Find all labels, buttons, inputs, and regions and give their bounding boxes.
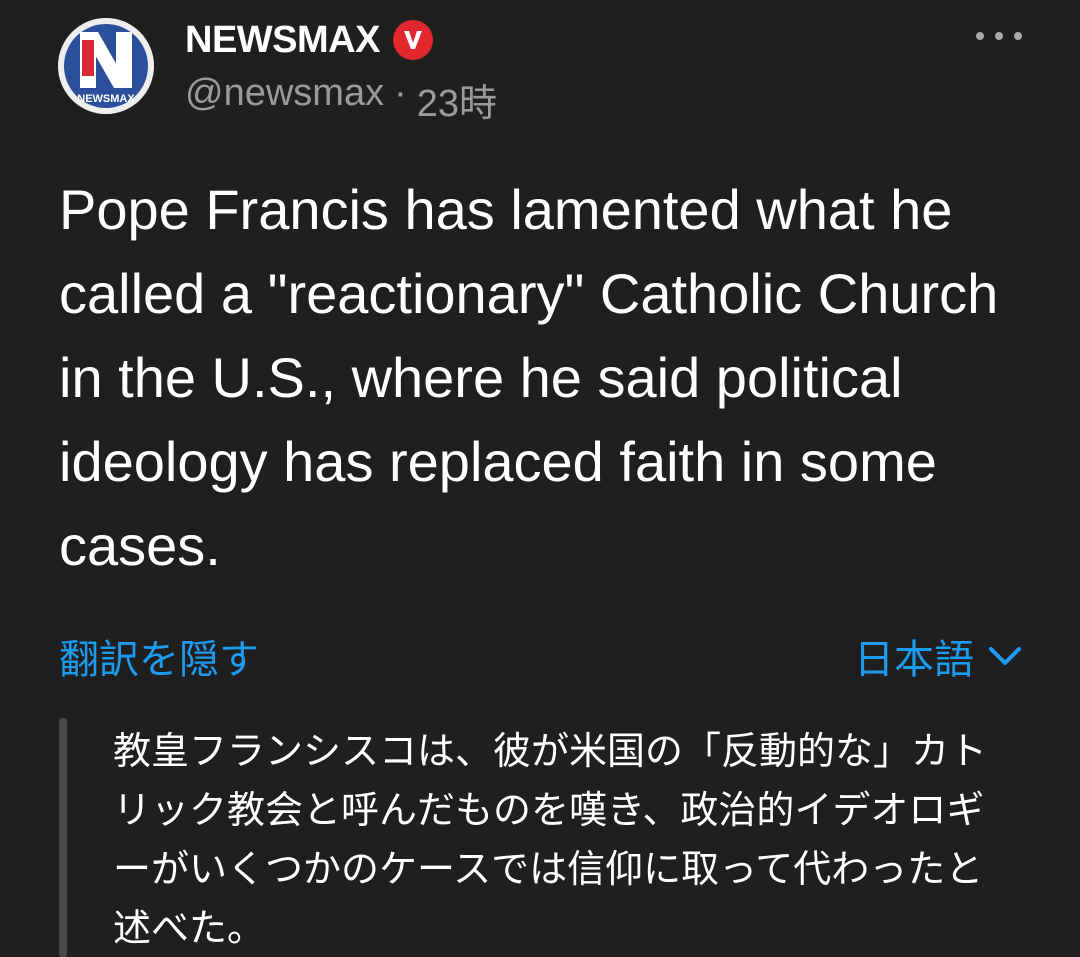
- avatar-logo-text: NEWSMAX: [77, 93, 135, 105]
- translation-block: 教皇フランシスコは、彼が米国の「反動的な」カトリック教会と呼んだものを嘆き、政治…: [59, 716, 1019, 957]
- more-dot: [995, 32, 1003, 40]
- post-meta: @newsmax · 23時: [185, 72, 497, 127]
- post-card: NEWSMAX NEWSMAX @newsmax · 23時 Pope Fran…: [0, 0, 1080, 957]
- display-name[interactable]: NEWSMAX: [185, 19, 380, 62]
- post-text: Pope Francis has lamented what he called…: [59, 178, 999, 577]
- translation-controls: 翻訳を隠す 日本語: [59, 628, 1022, 684]
- newsmax-logo: NEWSMAX: [58, 18, 154, 114]
- more-dot: [976, 32, 984, 40]
- meta-separator: ·: [394, 72, 407, 114]
- account-name-row: NEWSMAX: [185, 18, 434, 62]
- timestamp[interactable]: 23時: [417, 72, 497, 127]
- more-options-icon[interactable]: [976, 26, 1022, 46]
- quote-bar: [59, 718, 67, 957]
- chevron-down-icon: [989, 647, 1021, 665]
- more-dot: [1014, 32, 1022, 40]
- avatar[interactable]: NEWSMAX: [58, 18, 154, 114]
- handle[interactable]: @newsmax: [185, 72, 384, 127]
- translated-text: 教皇フランシスコは、彼が米国の「反動的な」カトリック教会と呼んだものを嘆き、政治…: [113, 729, 988, 950]
- language-label: 日本語: [854, 638, 974, 682]
- language-select[interactable]: 日本語: [854, 627, 1022, 685]
- verified-badge-icon: [392, 20, 433, 60]
- hide-translation-link[interactable]: 翻訳を隠す: [59, 627, 259, 685]
